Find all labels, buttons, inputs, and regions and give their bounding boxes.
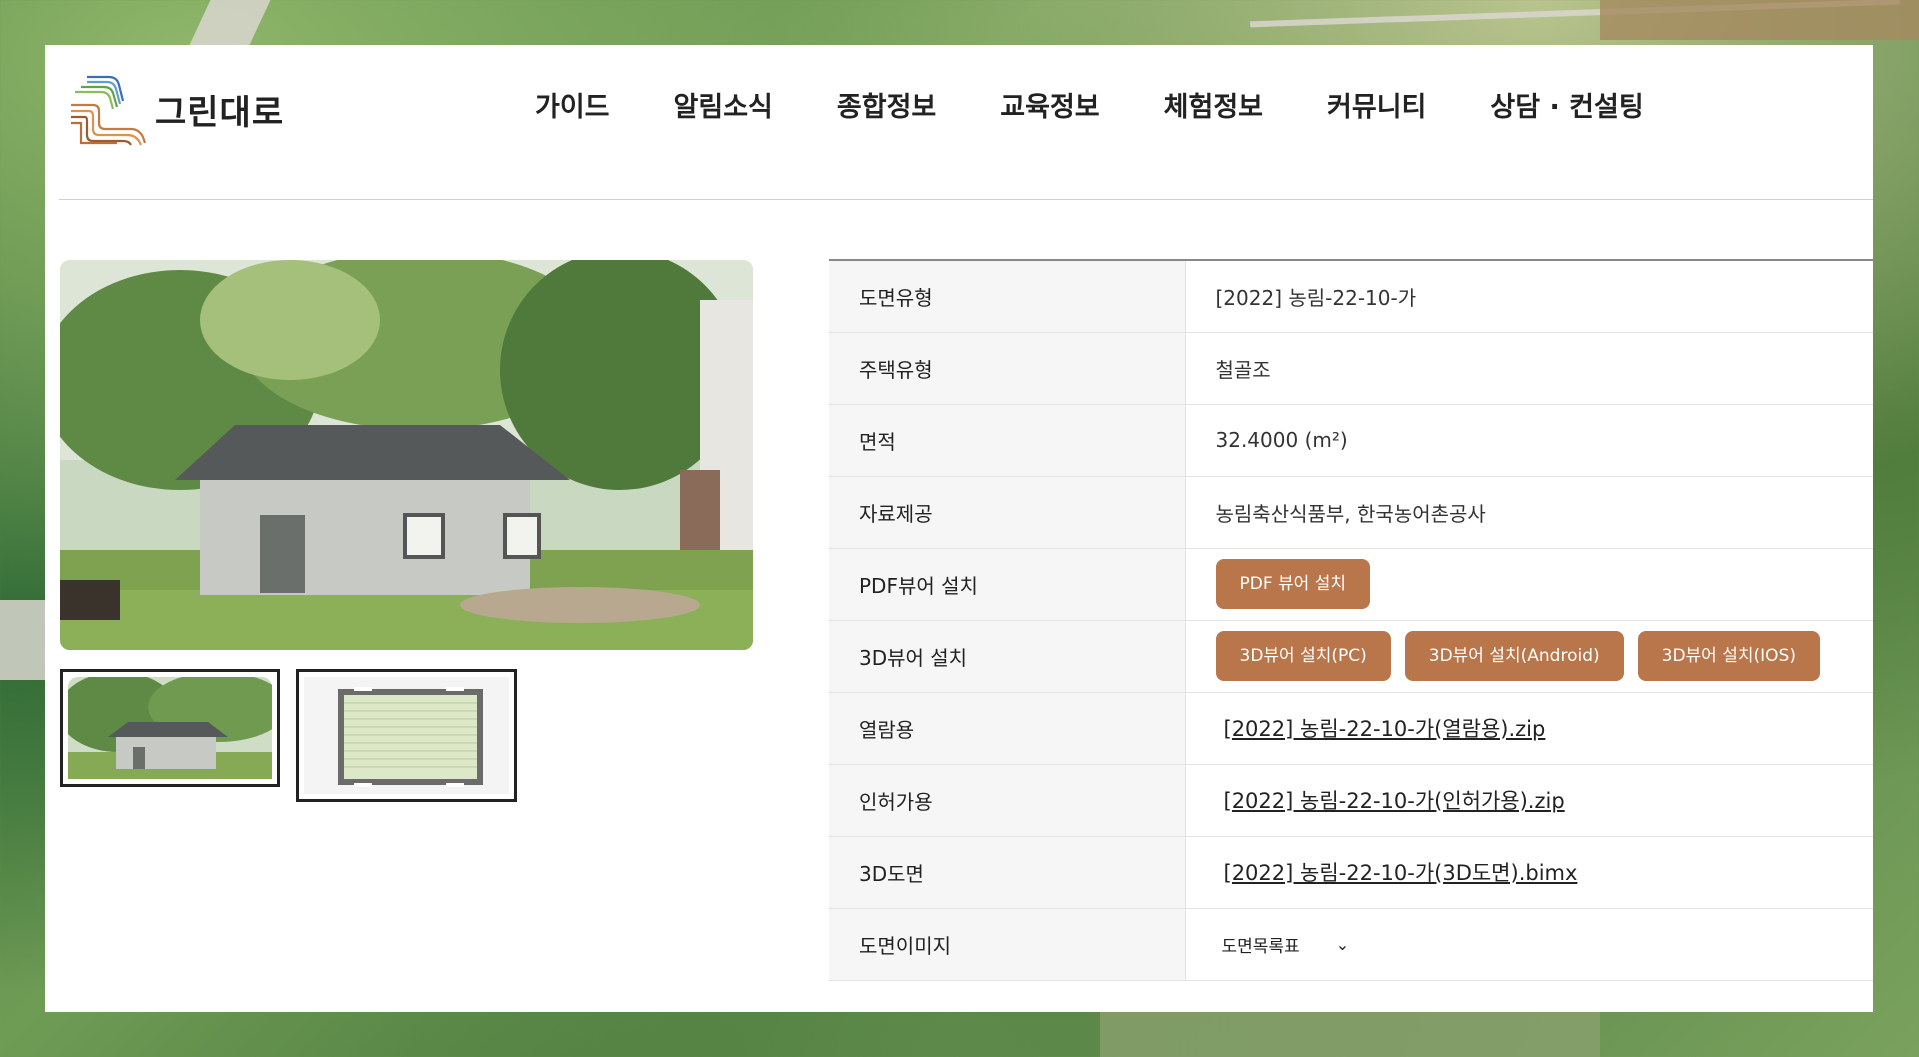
nav-item-education[interactable]: 교육정보 xyxy=(1000,85,1099,124)
permit-file-label: 인허가용 xyxy=(829,764,1186,837)
site-logo[interactable]: 그린대로 xyxy=(67,71,284,147)
background-road xyxy=(189,0,271,45)
area-value: 32.4000 (m²) xyxy=(1185,404,1873,477)
nav-item-community[interactable]: 커뮤니티 xyxy=(1327,85,1426,124)
view-file-link[interactable]: [2022] 농림-22-10-가(열람용).zip xyxy=(1224,717,1546,741)
page-card: 그린대로 가이드 알림소식 종합정보 교육정보 체험정보 커뮤니티 상담 · 컨… xyxy=(45,45,1873,1012)
nav-item-experience[interactable]: 체험정보 xyxy=(1164,85,1263,124)
drawing-details-table: 도면유형 [2022] 농림-22-10-가 주택유형 철골조 면적 32.40… xyxy=(829,259,1873,981)
logo-lines-icon xyxy=(71,75,147,146)
background-field xyxy=(1100,1012,1600,1057)
header-divider xyxy=(59,199,1873,200)
area-label: 면적 xyxy=(829,404,1186,477)
pdf-viewer-cell: PDF 뷰어 설치 xyxy=(1185,548,1873,621)
view-file-cell: [2022] 농림-22-10-가(열람용).zip xyxy=(1185,692,1873,765)
pdf-viewer-install-button[interactable]: PDF 뷰어 설치 xyxy=(1215,559,1370,609)
table-row: 3D뷰어 설치 3D뷰어 설치(PC) 3D뷰어 설치(Android) 3D뷰어 … xyxy=(829,620,1873,693)
source-label: 자료제공 xyxy=(829,476,1186,549)
drawing-image-label: 도면이미지 xyxy=(829,908,1186,981)
table-row: 도면이미지 도면목록표 ⌄ xyxy=(829,908,1873,981)
thumbnail-floor-plan-image xyxy=(304,677,509,794)
thumbnail-rendering[interactable] xyxy=(58,669,288,787)
background-road xyxy=(0,600,45,680)
drawing-type-value: [2022] 농림-22-10-가 xyxy=(1185,260,1873,333)
source-value: 농림축산식품부, 한국농어촌공사 xyxy=(1185,476,1873,549)
nav-item-consulting[interactable]: 상담 · 컨설팅 xyxy=(1490,85,1643,124)
nav-item-news[interactable]: 알림소식 xyxy=(674,85,773,124)
permit-file-cell: [2022] 농림-22-10-가(인허가용).zip xyxy=(1185,764,1873,837)
table-row: PDF뷰어 설치 PDF 뷰어 설치 xyxy=(829,548,1873,621)
chevron-down-icon: ⌄ xyxy=(1335,934,1350,954)
drawing-type-label: 도면유형 xyxy=(829,260,1186,333)
viewer-3d-ios-button[interactable]: 3D뷰어 설치(IOS) xyxy=(1637,631,1820,681)
drawing-list-select[interactable]: 도면목록표 ⌄ xyxy=(1216,932,1350,957)
house-rendering-image xyxy=(60,260,753,650)
drawing-3d-label: 3D도면 xyxy=(829,836,1186,909)
drawing-3d-cell: [2022] 농림-22-10-가(3D도면).bimx xyxy=(1185,836,1873,909)
pdf-viewer-label: PDF뷰어 설치 xyxy=(829,548,1186,621)
house-rendering xyxy=(60,260,753,650)
house-type-label: 주택유형 xyxy=(829,332,1186,405)
background-field xyxy=(1600,0,1919,40)
site-header: 그린대로 가이드 알림소식 종합정보 교육정보 체험정보 커뮤니티 상담 · 컨… xyxy=(45,45,1873,200)
table-row: 도면유형 [2022] 농림-22-10-가 xyxy=(829,260,1873,333)
logo-text: 그린대로 xyxy=(155,92,285,133)
nav-item-info[interactable]: 종합정보 xyxy=(837,85,936,124)
house-type-value: 철골조 xyxy=(1185,332,1873,405)
drawing-image-cell: 도면목록표 ⌄ xyxy=(1185,908,1873,981)
table-row: 인허가용 [2022] 농림-22-10-가(인허가용).zip xyxy=(829,764,1873,837)
viewer-3d-cell: 3D뷰어 설치(PC) 3D뷰어 설치(Android) 3D뷰어 설치(IOS) xyxy=(1185,620,1873,693)
table-row: 열람용 [2022] 농림-22-10-가(열람용).zip xyxy=(829,692,1873,765)
permit-file-link[interactable]: [2022] 농림-22-10-가(인허가용).zip xyxy=(1224,789,1565,813)
thumbnail-rendering-image xyxy=(58,672,288,779)
main-nav: 가이드 알림소식 종합정보 교육정보 체험정보 커뮤니티 상담 · 컨설팅 xyxy=(535,85,1708,124)
viewer-3d-android-button[interactable]: 3D뷰어 설치(Android) xyxy=(1404,631,1624,681)
thumbnail-floor-plan[interactable] xyxy=(296,669,517,802)
drawing-list-select-value: 도면목록표 xyxy=(1221,936,1300,957)
table-row: 주택유형 철골조 xyxy=(829,332,1873,405)
nav-item-guide[interactable]: 가이드 xyxy=(535,85,610,124)
viewer-3d-label: 3D뷰어 설치 xyxy=(829,620,1186,693)
drawing-3d-file-link[interactable]: [2022] 농림-22-10-가(3D도면).bimx xyxy=(1224,861,1578,885)
view-file-label: 열람용 xyxy=(829,692,1186,765)
table-row: 면적 32.4000 (m²) xyxy=(829,404,1873,477)
table-row: 3D도면 [2022] 농림-22-10-가(3D도면).bimx xyxy=(829,836,1873,909)
table-row: 자료제공 농림축산식품부, 한국농어촌공사 xyxy=(829,476,1873,549)
viewer-3d-pc-button[interactable]: 3D뷰어 설치(PC) xyxy=(1215,631,1391,681)
